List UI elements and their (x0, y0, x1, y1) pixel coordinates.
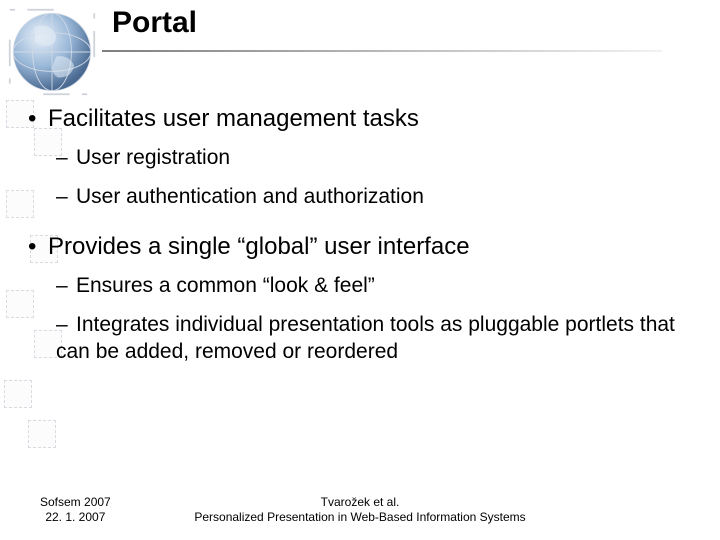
slide-header: Portal (112, 6, 700, 66)
footer-center: Tvarožek et al. Personalized Presentatio… (194, 495, 525, 526)
bullet-level2: –User registration (56, 145, 692, 172)
footer-left: Sofsem 2007 22. 1. 2007 (40, 495, 111, 526)
bullet-dash-icon: – (56, 312, 76, 339)
footer-date: 22. 1. 2007 (40, 510, 111, 526)
bullet-dot-icon: • (28, 233, 48, 261)
bullet-level1: •Facilitates user management tasks (28, 105, 692, 133)
bullet-text: Facilitates user management tasks (48, 105, 419, 132)
bullet-text: User authentication and authorization (76, 185, 424, 208)
footer-paper-title: Personalized Presentation in Web-Based I… (194, 510, 525, 526)
bullet-level2: –Integrates individual presentation tool… (56, 312, 692, 366)
footer-conf: Sofsem 2007 (40, 495, 111, 511)
globe-icon (8, 8, 96, 96)
bullet-level1: •Provides a single “global” user interfa… (28, 233, 692, 261)
slide-body: •Facilitates user management tasks –User… (28, 95, 692, 377)
bullet-level2: –Ensures a common “look & feel” (56, 273, 692, 300)
bullet-level2: –User authentication and authorization (56, 184, 692, 211)
slide-footer: Sofsem 2007 22. 1. 2007 Tvarožek et al. … (0, 486, 720, 526)
slide-title: Portal (112, 6, 700, 40)
bullet-dash-icon: – (56, 145, 76, 172)
bullet-dot-icon: • (28, 105, 48, 133)
title-underline (102, 50, 662, 52)
bullet-dash-icon: – (56, 273, 76, 300)
bullet-text: Integrates individual presentation tools… (56, 313, 675, 363)
footer-authors: Tvarožek et al. (194, 495, 525, 511)
bullet-text: User registration (76, 146, 230, 169)
bullet-text: Ensures a common “look & feel” (76, 274, 375, 297)
bullet-text: Provides a single “global” user interfac… (48, 233, 470, 260)
bullet-dash-icon: – (56, 184, 76, 211)
